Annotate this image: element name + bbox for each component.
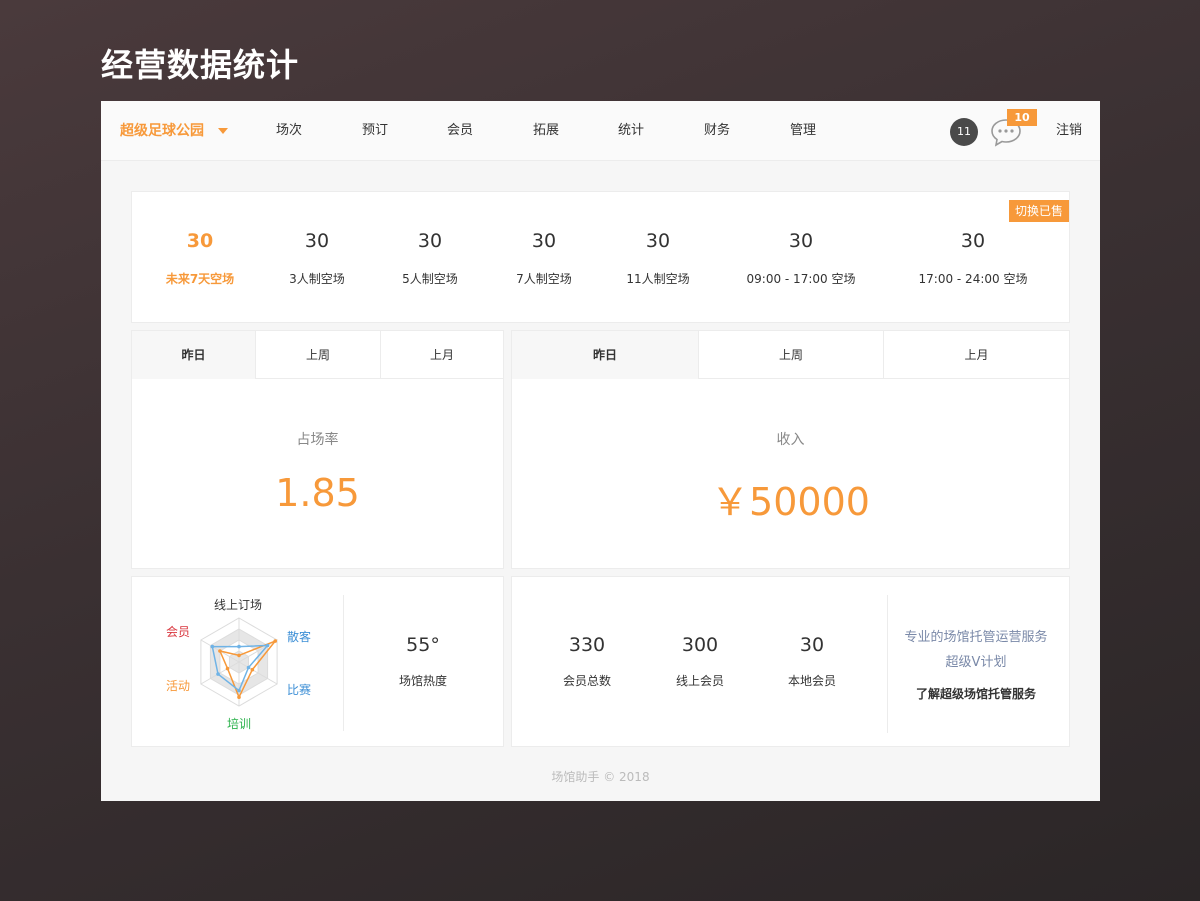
radar-point — [246, 665, 251, 670]
caret-down-icon — [218, 128, 228, 134]
member-online-value: 300 — [681, 634, 719, 656]
occupancy-tabs: 昨日 上周 上月 — [132, 331, 503, 379]
revenue-panel: 昨日 上周 上月 收入 ￥50000 — [511, 330, 1070, 569]
member-local-value: 30 — [799, 634, 825, 656]
radar-point — [216, 672, 220, 676]
nav-item-statistics[interactable]: 统计 — [601, 101, 661, 161]
occupancy-value: 1.85 — [275, 471, 360, 515]
stat-value: 30 — [645, 230, 671, 252]
nav-item-sessions[interactable]: 场次 — [259, 101, 319, 161]
member-online-label: 线上会员 — [675, 674, 724, 688]
occupancy-title: 占场率 — [296, 432, 339, 448]
slide-title: 经营数据统计 — [101, 46, 300, 84]
tab-last-week[interactable]: 上周 — [256, 331, 381, 379]
tab-last-month[interactable]: 上月 — [381, 331, 503, 379]
radar-point — [250, 667, 255, 672]
heat-value: 55° — [406, 634, 440, 656]
stat-label: 17:00 - 24:00 空场 — [918, 272, 1028, 286]
revenue-title: 收入 — [776, 432, 805, 448]
app-window: 超级足球公园 场次 预订 会员 拓展 统计 财务 管理 11 10 注销 切换已… — [101, 101, 1100, 801]
footer: 场馆助手 © 2018 — [551, 770, 650, 784]
tab-yesterday[interactable]: 昨日 — [512, 331, 699, 379]
switch-sold-button[interactable]: 切换已售 — [1009, 200, 1069, 222]
member-stat-total: 330 会员总数 — [542, 634, 632, 689]
occupancy-panel: 昨日 上周 上月 占场率 1.85 — [131, 330, 504, 569]
message-count-badge: 10 — [1007, 109, 1037, 126]
stat-value: 30 — [960, 230, 986, 252]
radar-point — [265, 643, 270, 648]
member-total-label: 会员总数 — [562, 674, 611, 688]
tab-last-month[interactable]: 上月 — [884, 331, 1069, 379]
stat-label: 11人制空场 — [626, 272, 690, 286]
vacancy-stats-panel: 切换已售 30 未来7天空场 30 3人制空场 30 5人制空场 30 7人制空… — [131, 191, 1070, 323]
stat-label: 09:00 - 17:00 空场 — [746, 272, 856, 286]
nav-item-members[interactable]: 会员 — [430, 101, 490, 161]
radar-label-match: 比赛 — [287, 683, 312, 697]
promo-line-2: 超级V计划 — [945, 655, 1007, 670]
promo-block: 专业的场馆托管运营服务 超级V计划 了解超级场馆托管服务 — [886, 625, 1066, 702]
radar-point — [237, 695, 241, 699]
radar-label-training: 培训 — [227, 717, 252, 731]
revenue-value: ￥50000 — [711, 480, 870, 524]
radar-point — [273, 639, 277, 643]
radar-point — [237, 688, 241, 693]
venue-selector[interactable]: 超级足球公园 — [120, 101, 228, 161]
promo-line-1: 专业的场馆托管运营服务 — [904, 630, 1048, 645]
member-stat-online: 300 线上会员 — [655, 634, 745, 689]
radar-point — [225, 666, 230, 671]
venue-heat-panel: 线上订场 散客 比赛 培训 活动 会员 55° 场馆热度 — [131, 576, 504, 747]
radar-label-walk-in: 散客 — [287, 630, 312, 644]
tab-yesterday[interactable]: 昨日 — [132, 331, 256, 379]
member-total-value: 330 — [568, 634, 606, 656]
revenue-tabs: 昨日 上周 上月 — [512, 331, 1069, 379]
radar-point — [210, 644, 215, 649]
promo-link[interactable]: 了解超级场馆托管服务 — [886, 685, 1066, 702]
radar-point — [237, 644, 241, 649]
tab-last-week[interactable]: 上周 — [699, 331, 884, 379]
stat-value: 30 — [788, 230, 814, 252]
radar-label-online-booking: 线上订场 — [214, 598, 263, 612]
radar-point — [237, 653, 241, 658]
radar-chart — [200, 617, 278, 707]
heat-stat: 55° 场馆热度 — [362, 634, 484, 689]
members-panel: 330 会员总数 300 线上会员 30 本地会员 专业的场馆托管运营服务 超级… — [511, 576, 1070, 747]
notification-badge[interactable]: 11 — [950, 118, 978, 146]
top-navbar: 超级足球公园 场次 预订 会员 拓展 统计 财务 管理 11 10 注销 — [101, 101, 1100, 161]
member-local-label: 本地会员 — [787, 674, 836, 688]
logout-link[interactable]: 注销 — [1056, 101, 1082, 161]
radar-label-activity: 活动 — [166, 679, 191, 693]
member-stat-local: 30 本地会员 — [767, 634, 857, 689]
nav-item-finance[interactable]: 财务 — [687, 101, 747, 161]
nav-item-manage[interactable]: 管理 — [773, 101, 833, 161]
divider — [343, 595, 344, 731]
radar-label-members: 会员 — [166, 625, 191, 639]
heat-label: 场馆热度 — [398, 674, 447, 688]
nav-item-bookings[interactable]: 预订 — [345, 101, 405, 161]
nav-item-expand[interactable]: 拓展 — [516, 101, 576, 161]
radar-point — [218, 649, 222, 653]
venue-name: 超级足球公园 — [120, 123, 204, 139]
